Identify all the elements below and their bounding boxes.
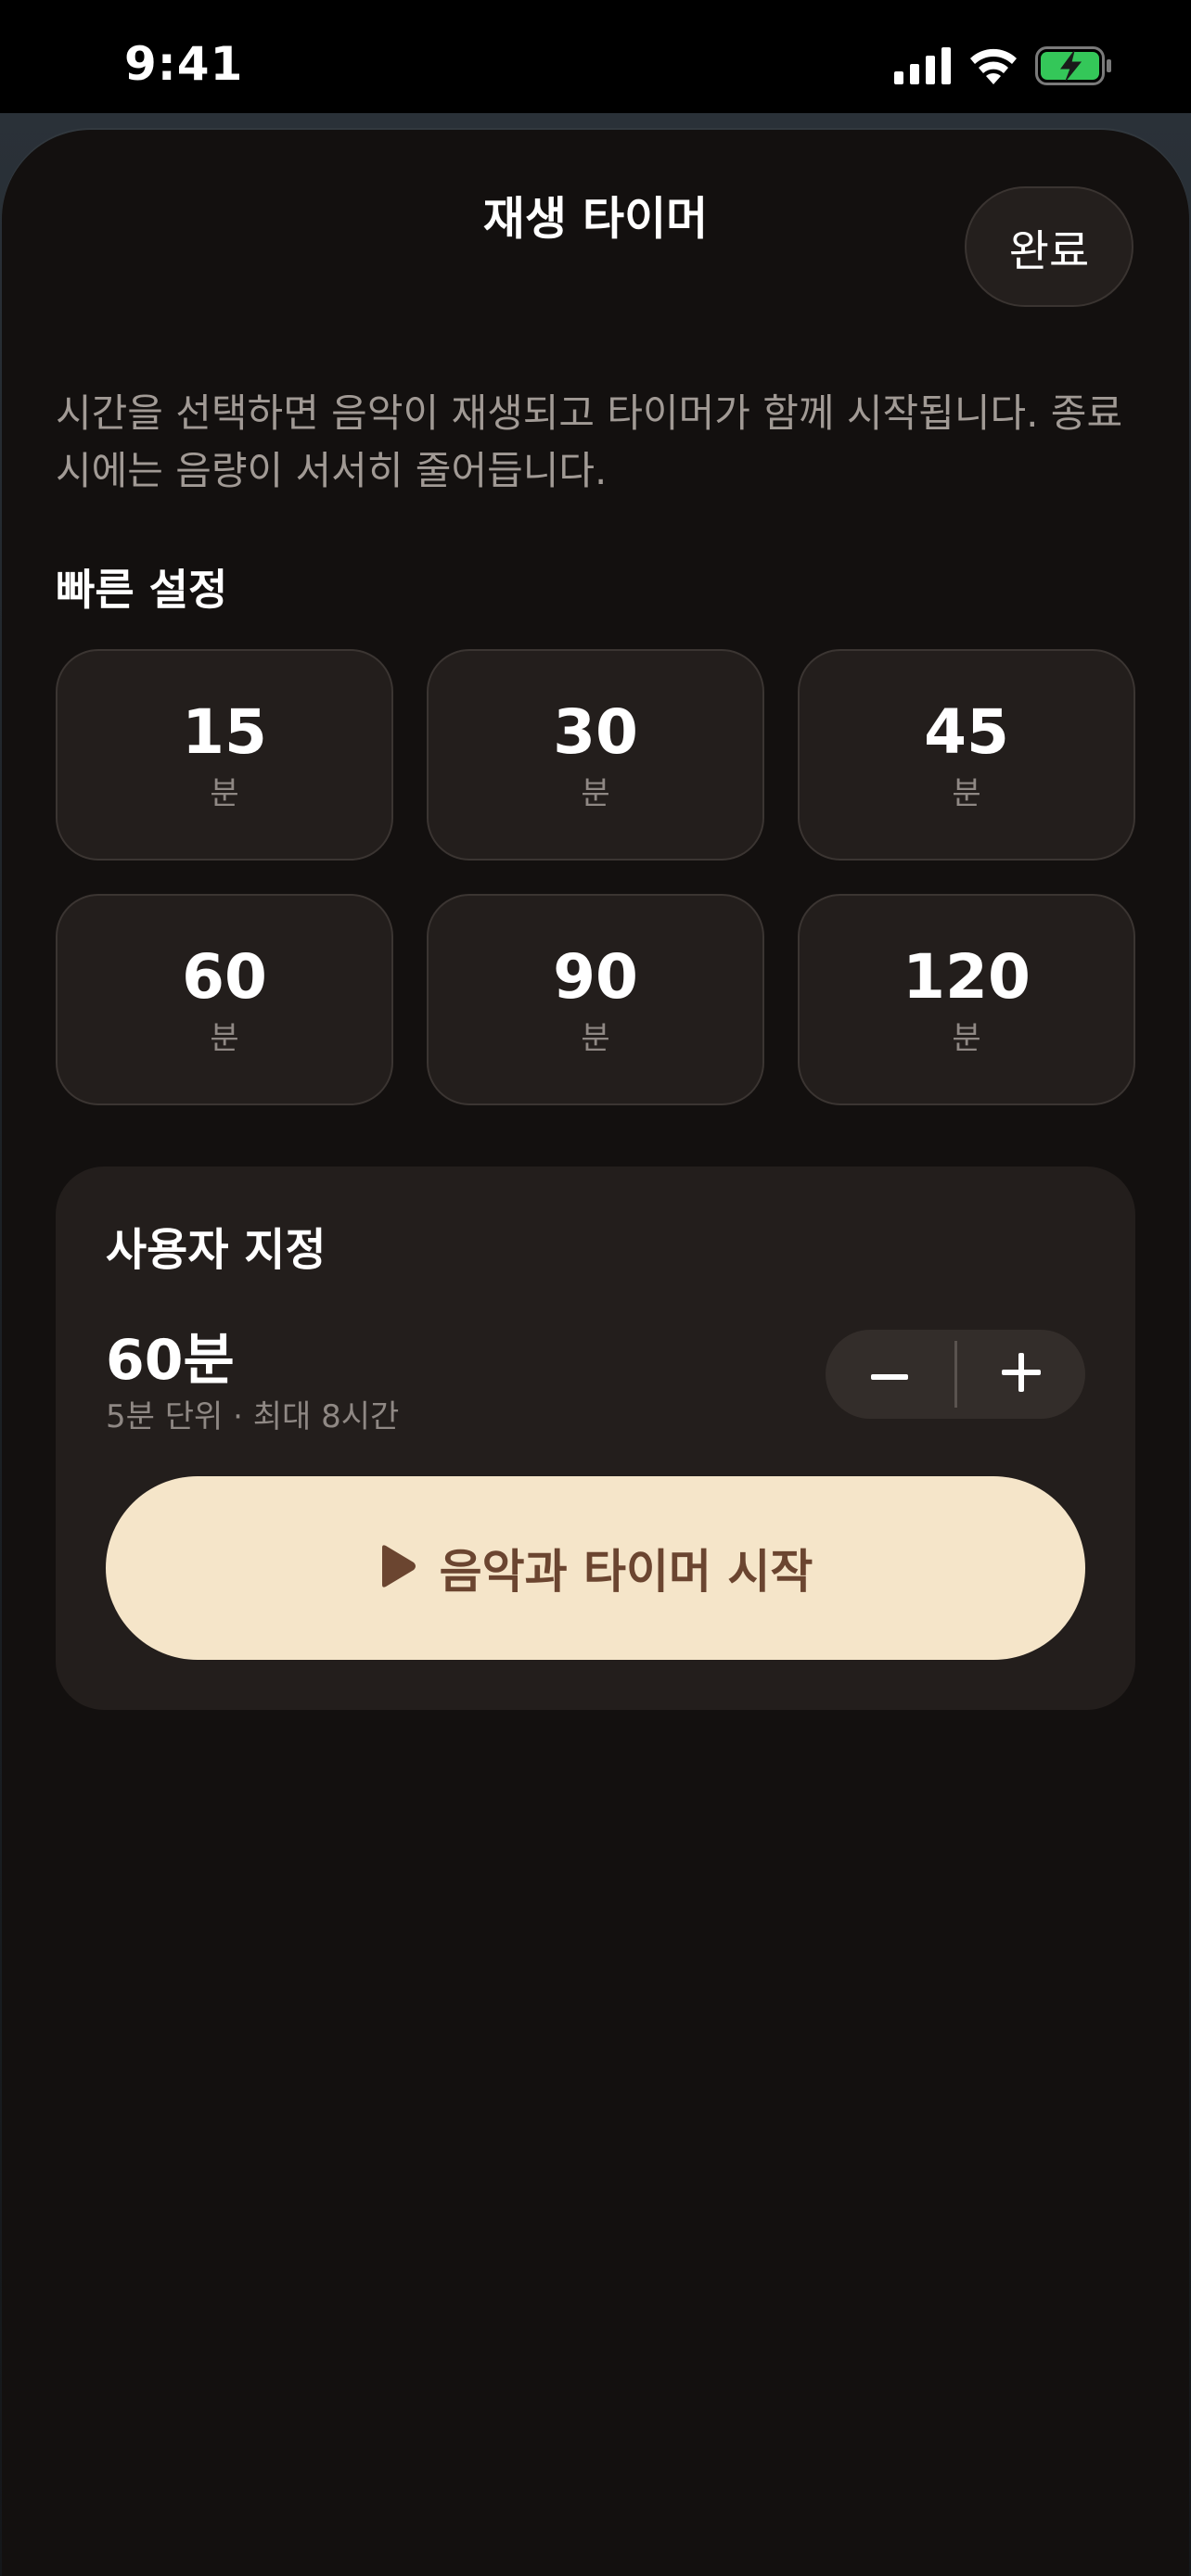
plus-icon (1001, 1353, 1041, 1396)
status-time: 9:41 (124, 37, 244, 91)
preset-90-button[interactable]: 90 분 (427, 894, 764, 1105)
wifi-icon (968, 47, 1018, 88)
start-music-timer-button[interactable]: 음악과 타이머 시작 (106, 1476, 1085, 1660)
preset-60-button[interactable]: 60 분 (56, 894, 393, 1105)
start-button-label: 음악과 타이머 시작 (439, 1545, 813, 1599)
preset-45-button[interactable]: 45 분 (798, 649, 1135, 861)
custom-title: 사용자 지정 (106, 1224, 327, 1276)
custom-timer-card: 사용자 지정 60분 5분 단위 · 최대 8시간 음악과 타이머 시작 (56, 1167, 1135, 1710)
preset-15-button[interactable]: 15 분 (56, 649, 393, 861)
minus-icon (871, 1366, 909, 1384)
play-icon (378, 1544, 417, 1592)
quick-settings-title: 빠른 설정 (56, 565, 228, 615)
duration-stepper (826, 1330, 1085, 1419)
status-icons (894, 45, 1113, 91)
preset-grid: 15 분 30 분 45 분 60 분 90 분 120 분 (56, 649, 1135, 1105)
preset-value: 15 (182, 696, 267, 768)
preset-value: 120 (903, 941, 1031, 1013)
preset-value: 30 (553, 696, 638, 768)
battery-charging-icon (1035, 46, 1113, 89)
custom-duration-value: 60분 (106, 1328, 235, 1393)
preset-unit: 분 (581, 775, 610, 812)
preset-value: 45 (924, 696, 1009, 768)
preset-unit: 분 (581, 1020, 610, 1057)
sheet-description: 시간을 선택하면 음악이 재생되고 타이머가 함께 시작됩니다. 종료 시에는 … (56, 390, 1123, 493)
preset-value: 60 (182, 941, 267, 1013)
preset-120-button[interactable]: 120 분 (798, 894, 1135, 1105)
screen: 9:41 재생 타이머 완료 시간을 선택하면 음악이 재생되고 타이머가 함께… (0, 0, 1191, 2576)
preset-unit: 분 (210, 1020, 239, 1057)
status-bar: 9:41 (0, 0, 1191, 113)
preset-unit: 분 (210, 775, 239, 812)
preset-unit: 분 (952, 1020, 981, 1057)
custom-duration-hint: 5분 단위 · 최대 8시간 (106, 1398, 400, 1435)
done-button[interactable]: 완료 (965, 186, 1133, 307)
preset-unit: 분 (952, 775, 981, 812)
signal-icon (894, 47, 952, 88)
preset-value: 90 (553, 941, 638, 1013)
increase-button[interactable] (957, 1330, 1086, 1419)
decrease-button[interactable] (826, 1330, 954, 1419)
preset-30-button[interactable]: 30 분 (427, 649, 764, 861)
